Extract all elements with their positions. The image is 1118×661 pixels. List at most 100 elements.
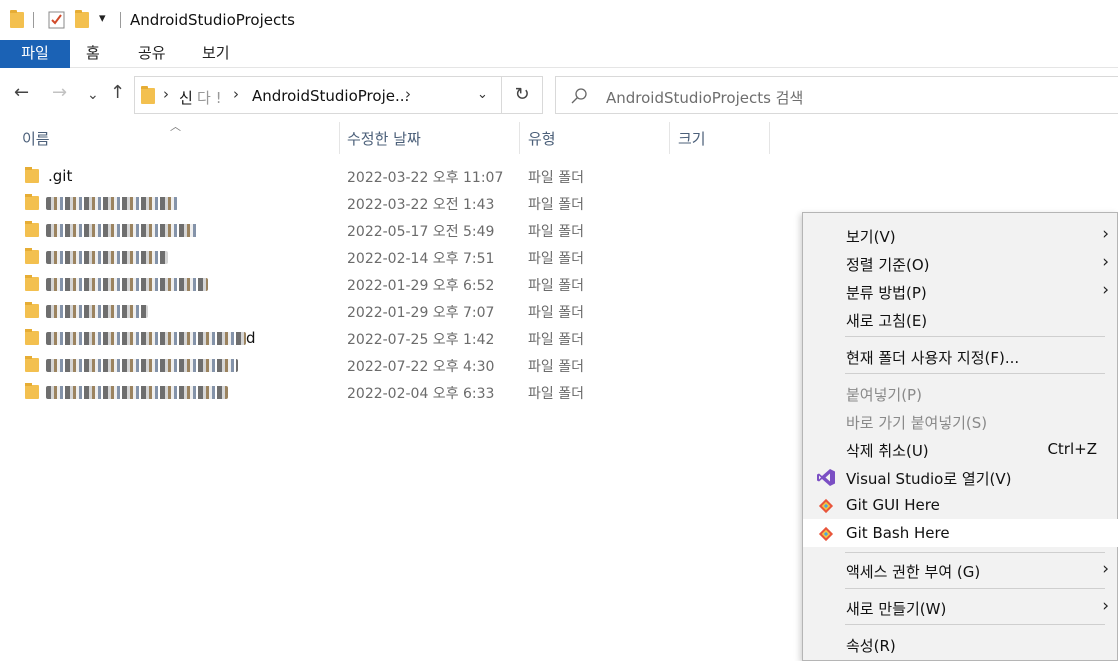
- menu-separator: [845, 336, 1105, 337]
- menu-item-git-gui[interactable]: Git GUI Here: [803, 491, 1118, 519]
- file-type: 파일 폴더: [528, 305, 584, 321]
- file-type: 파일 폴더: [528, 251, 584, 267]
- file-row[interactable]: 2022-03-22 오전 1:43 파일 폴더: [0, 190, 800, 217]
- menu-item-label: 바로 가기 붙여넣기(S): [846, 414, 988, 432]
- up-button[interactable]: ↑: [110, 84, 125, 102]
- redacted-file-name[interactable]: [46, 251, 168, 264]
- tab-file[interactable]: 파일: [0, 40, 70, 68]
- folder-icon: [25, 329, 39, 345]
- file-row[interactable]: 2022-02-14 오후 7:51 파일 폴더: [0, 244, 800, 271]
- redacted-file-name[interactable]: [46, 278, 208, 291]
- folder-icon: [25, 167, 39, 183]
- column-divider[interactable]: [669, 122, 670, 154]
- column-type[interactable]: 유형: [528, 128, 556, 149]
- breadcrumb-item-partial[interactable]: 다 !: [197, 87, 222, 108]
- menu-item-label: 붙여넣기(P): [846, 386, 922, 404]
- file-type: 파일 폴더: [528, 170, 584, 186]
- menu-item-paste[interactable]: 붙여넣기(P): [803, 379, 1118, 407]
- properties-icon[interactable]: [48, 11, 65, 29]
- menu-item-give-access[interactable]: 액세스 권한 부여 (G) ›: [803, 556, 1118, 584]
- recent-locations-button[interactable]: ⌄: [87, 86, 99, 104]
- tab-home[interactable]: 홈: [86, 40, 100, 68]
- menu-item-group-by[interactable]: 분류 방법(P) ›: [803, 277, 1118, 305]
- breadcrumb-item[interactable]: 신: [179, 87, 193, 108]
- folder-icon: [25, 383, 39, 399]
- breadcrumb-current[interactable]: AndroidStudioProje...: [252, 87, 409, 105]
- tab-view[interactable]: 보기: [202, 40, 230, 68]
- refresh-button[interactable]: ↻: [502, 76, 543, 114]
- column-divider[interactable]: [339, 122, 340, 154]
- file-row[interactable]: .git 2022-03-22 오후 11:07 파일 폴더: [0, 163, 800, 190]
- divider: [33, 12, 34, 28]
- column-headers: ︿ 이름 수정한 날짜 유형 크기: [0, 118, 800, 156]
- tab-share[interactable]: 공유: [138, 40, 166, 68]
- menu-item-view[interactable]: 보기(V) ›: [803, 221, 1118, 249]
- folder-icon: [25, 248, 39, 264]
- menu-item-paste-shortcut[interactable]: 바로 가기 붙여넣기(S): [803, 407, 1118, 435]
- menu-item-label: Visual Studio로 열기(V): [846, 470, 1012, 488]
- menu-item-label: Git GUI Here: [846, 496, 940, 514]
- folder-icon: [25, 302, 39, 318]
- menu-item-open-in-visual-studio[interactable]: Visual Studio로 열기(V): [803, 463, 1118, 491]
- chevron-right-icon[interactable]: ›: [233, 85, 239, 103]
- menu-item-refresh[interactable]: 새로 고침(E): [803, 305, 1118, 333]
- file-date: 2022-01-29 오후 6:52: [347, 278, 495, 294]
- menu-item-git-bash[interactable]: Git Bash Here: [803, 519, 1118, 547]
- quick-access-dropdown-icon[interactable]: ▾: [99, 11, 106, 26]
- file-name-suffix[interactable]: d: [246, 329, 256, 347]
- search-placeholder: AndroidStudioProjects 검색: [606, 89, 804, 107]
- folder-icon: [141, 86, 155, 104]
- file-date: 2022-02-04 오후 6:33: [347, 386, 495, 402]
- file-row[interactable]: 2022-02-04 오후 6:33 파일 폴더: [0, 379, 800, 406]
- chevron-right-icon: ›: [1102, 224, 1109, 244]
- back-button[interactable]: ←: [14, 84, 29, 102]
- forward-button[interactable]: →: [52, 84, 67, 102]
- menu-separator: [845, 624, 1105, 625]
- folder-icon: [25, 221, 39, 237]
- redacted-file-name[interactable]: [46, 197, 178, 210]
- file-row[interactable]: 2022-07-22 오후 4:30 파일 폴더: [0, 352, 800, 379]
- search-box[interactable]: AndroidStudioProjects 검색: [555, 76, 1118, 114]
- column-divider[interactable]: [769, 122, 770, 154]
- redacted-file-name[interactable]: [46, 305, 148, 318]
- menu-item-new[interactable]: 새로 만들기(W) ›: [803, 593, 1118, 621]
- menu-item-customize-folder[interactable]: 현재 폴더 사용자 지정(F)...: [803, 342, 1118, 370]
- file-name[interactable]: .git: [48, 167, 72, 185]
- file-date: 2022-01-29 오후 7:07: [347, 305, 495, 321]
- file-row[interactable]: d 2022-07-25 오후 1:42 파일 폴더: [0, 325, 800, 352]
- column-modified[interactable]: 수정한 날짜: [347, 128, 421, 149]
- chevron-right-icon[interactable]: ›: [405, 85, 411, 103]
- redacted-file-name[interactable]: [46, 386, 228, 399]
- redacted-file-name[interactable]: [46, 332, 246, 345]
- menu-item-label: 정렬 기준(O): [846, 256, 930, 274]
- file-type: 파일 폴더: [528, 224, 584, 240]
- menu-item-label: 새로 만들기(W): [846, 600, 947, 618]
- folder-icon: [25, 194, 39, 210]
- column-size[interactable]: 크기: [678, 128, 706, 149]
- menu-item-properties[interactable]: 속성(R): [803, 630, 1118, 658]
- menu-separator: [845, 588, 1105, 589]
- file-date: 2022-03-22 오전 1:43: [347, 197, 495, 213]
- menu-item-label: 보기(V): [846, 228, 896, 246]
- file-row[interactable]: 2022-01-29 오후 7:07 파일 폴더: [0, 298, 800, 325]
- file-date: 2022-05-17 오전 5:49: [347, 224, 495, 240]
- window-title: AndroidStudioProjects: [130, 11, 295, 29]
- file-row[interactable]: 2022-01-29 오후 6:52 파일 폴더: [0, 271, 800, 298]
- menu-item-sort-by[interactable]: 정렬 기준(O) ›: [803, 249, 1118, 277]
- address-bar[interactable]: › 신 다 ! › AndroidStudioProje... › ⌄: [134, 76, 502, 114]
- column-divider[interactable]: [519, 122, 520, 154]
- chevron-right-icon: ›: [1102, 596, 1109, 616]
- chevron-right-icon: ›: [163, 85, 169, 103]
- git-icon: [818, 526, 834, 542]
- redacted-file-name[interactable]: [46, 224, 198, 237]
- new-folder-icon[interactable]: [75, 10, 89, 28]
- address-dropdown-icon[interactable]: ⌄: [477, 87, 488, 102]
- menu-item-label: Git Bash Here: [846, 524, 950, 542]
- file-row[interactable]: 2022-05-17 오전 5:49 파일 폴더: [0, 217, 800, 244]
- navigation-bar: ← → ⌄ ↑ › 신 다 ! › AndroidStudioProje... …: [0, 68, 1118, 118]
- chevron-right-icon: ›: [1102, 252, 1109, 272]
- column-name[interactable]: 이름: [22, 128, 50, 149]
- file-date: 2022-07-22 오후 4:30: [347, 359, 495, 375]
- redacted-file-name[interactable]: [46, 359, 238, 372]
- menu-item-undo-delete[interactable]: 삭제 취소(U) Ctrl+Z: [803, 435, 1118, 463]
